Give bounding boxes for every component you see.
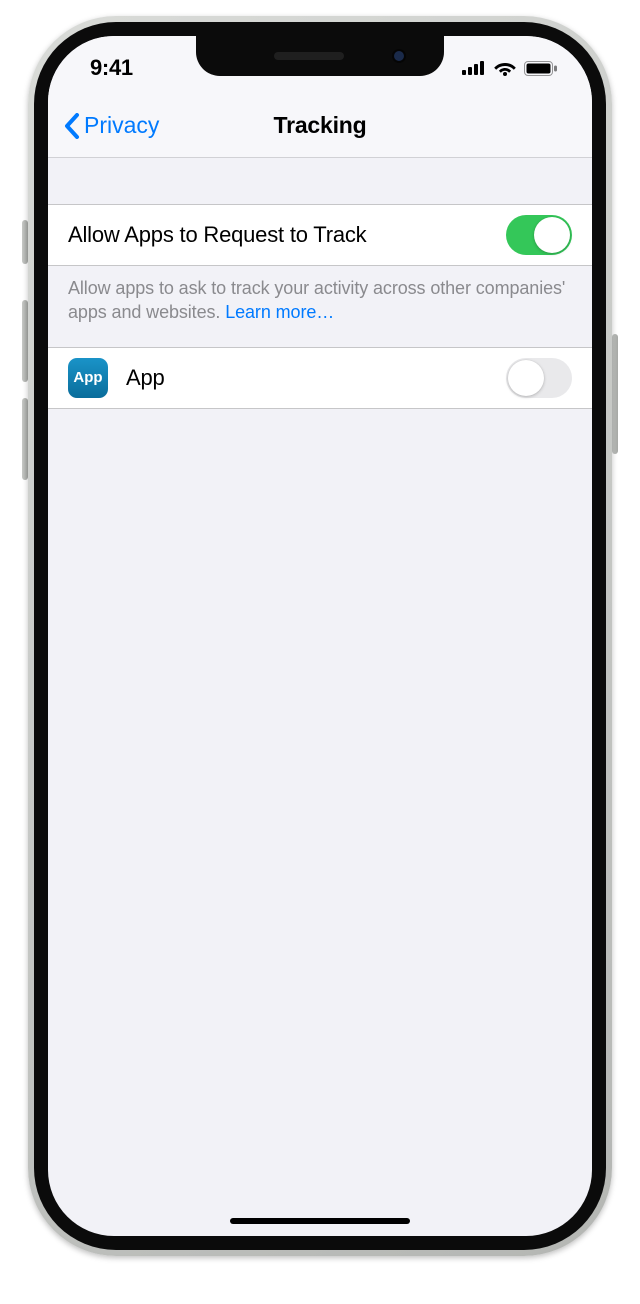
content: Allow Apps to Request to Track Allow app… [48,158,592,409]
toggle-knob [508,360,544,396]
nav-bar: Privacy Tracking [48,94,592,158]
home-indicator[interactable] [230,1218,410,1224]
status-icons [462,60,558,76]
wifi-icon [494,60,516,76]
cellular-signal-icon [462,61,486,75]
battery-icon [524,61,558,76]
app-tracking-toggle[interactable] [506,358,572,398]
allow-tracking-label: Allow Apps to Request to Track [68,222,367,248]
front-camera [392,49,406,63]
speaker-grille [274,52,344,60]
toggle-knob [534,217,570,253]
allow-tracking-toggle[interactable] [506,215,572,255]
back-button[interactable]: Privacy [64,112,159,139]
learn-more-link[interactable]: Learn more… [225,302,334,322]
app-row: App App [48,347,592,409]
chevron-left-icon [64,113,80,139]
phone-frame: 9:41 [28,16,612,1256]
app-icon: App [68,358,108,398]
notch [196,36,444,76]
app-name: App [126,365,165,391]
back-label: Privacy [84,112,159,139]
status-time: 9:41 [90,55,133,81]
section-footer: Allow apps to ask to track your activity… [48,266,592,347]
power-button[interactable] [612,334,618,454]
allow-tracking-row: Allow Apps to Request to Track [48,204,592,266]
screen: 9:41 [48,36,592,1236]
